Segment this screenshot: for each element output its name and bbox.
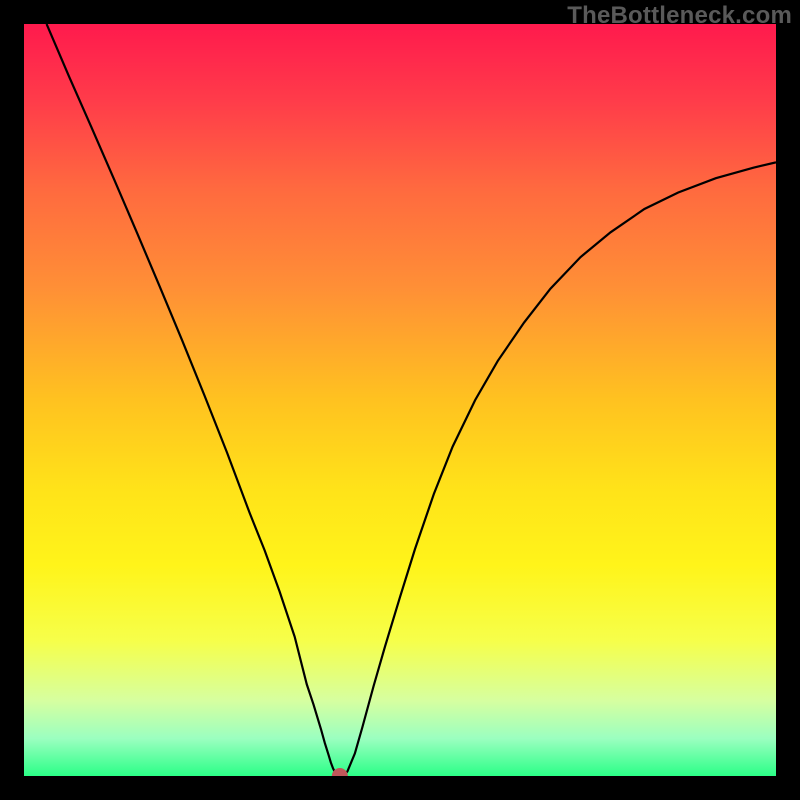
watermark-text: TheBottleneck.com xyxy=(567,2,792,30)
plot-area xyxy=(24,24,776,776)
chart-frame: TheBottleneck.com xyxy=(0,0,800,800)
gradient-background xyxy=(24,24,776,776)
chart-svg xyxy=(24,24,776,776)
